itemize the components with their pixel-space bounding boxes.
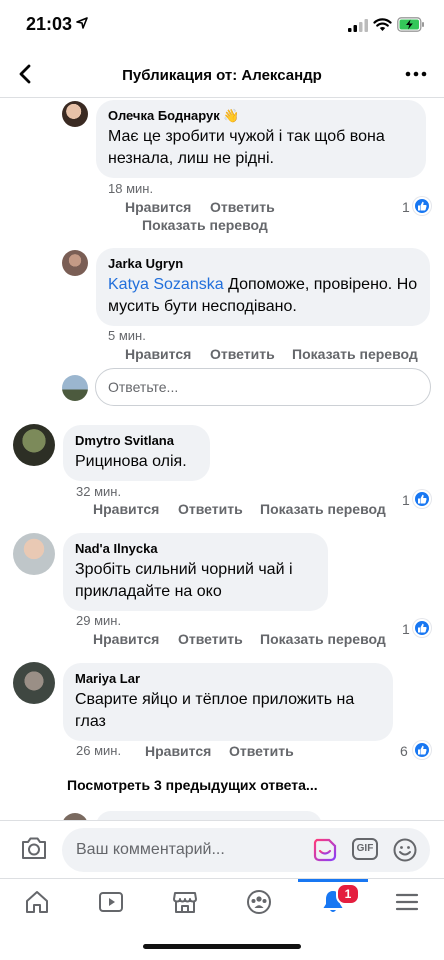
home-icon (26, 891, 48, 913)
reaction-count[interactable]: 6 (400, 743, 408, 759)
camera-icon[interactable] (20, 835, 48, 861)
avatar[interactable] (13, 424, 55, 466)
avatar[interactable] (62, 813, 88, 820)
video-icon (99, 892, 123, 912)
wifi-icon (373, 18, 392, 31)
translate-button[interactable]: Показать перевод (260, 501, 386, 517)
reply-button[interactable]: Ответить (210, 199, 275, 215)
gif-label: GIF (356, 843, 374, 854)
comment-bubble (96, 811, 322, 820)
nav-bar: Публикация от: Александр (0, 52, 444, 98)
comment-bubble: Олечка Боднарук 👋 Має це зробити чужой і… (96, 100, 426, 178)
comment-bubble: Dmytro Svitlana Рицинова олія. (63, 425, 210, 481)
groups-icon (247, 890, 271, 914)
comment-bubble: Nad'a Ilnycka Зробіть сильний чорний чай… (63, 533, 328, 611)
comment-text: Katya Sozanska Допоможе, провірено. Но м… (108, 274, 418, 318)
more-options-icon[interactable] (404, 64, 428, 84)
mention-link[interactable]: Katya Sozanska (108, 276, 224, 293)
active-tab-indicator (298, 879, 368, 882)
like-reaction-icon[interactable] (413, 197, 431, 215)
gif-button[interactable]: GIF (352, 838, 378, 860)
translate-button[interactable]: Показать перевод (260, 631, 386, 647)
like-button[interactable]: Нравится (145, 743, 211, 759)
reply-button[interactable]: Ответить (178, 501, 243, 517)
reply-button[interactable]: Ответить (229, 743, 294, 759)
status-bar: 21:03 (0, 0, 444, 52)
like-reaction-icon[interactable] (413, 490, 431, 508)
comment-text: Рицинова олія. (75, 453, 187, 470)
comment-timestamp[interactable]: 29 мин. (76, 613, 121, 628)
comment-timestamp[interactable]: 32 мин. (76, 484, 121, 499)
comments-thread: Олечка Боднарук 👋 Має це зробити чужой і… (0, 98, 444, 820)
comment-composer: Ваш комментарий... GIF (0, 820, 444, 878)
sticker-icon[interactable] (312, 837, 338, 863)
avatar[interactable] (13, 662, 55, 704)
comment-timestamp[interactable]: 26 мин. (76, 743, 121, 758)
translate-button[interactable]: Показать перевод (142, 217, 268, 233)
tab-marketplace[interactable] (167, 887, 203, 917)
reply-placeholder: Ответьте... (108, 379, 179, 395)
like-button[interactable]: Нравится (125, 199, 191, 215)
comment-author[interactable]: Nad'a Ilnycka (75, 541, 316, 557)
current-user-avatar (62, 375, 88, 401)
tab-video[interactable] (93, 887, 129, 917)
like-button[interactable]: Нравится (125, 346, 191, 362)
comment-placeholder: Ваш комментарий... (76, 841, 225, 858)
reaction-count[interactable]: 1 (402, 492, 410, 508)
like-button[interactable]: Нравится (93, 501, 159, 517)
page-title: Публикация от: Александр (122, 67, 322, 84)
menu-icon (395, 893, 419, 911)
reply-button[interactable]: Ответить (178, 631, 243, 647)
notification-badge: 1 (336, 883, 360, 905)
tab-groups[interactable] (241, 887, 277, 917)
home-indicator (143, 944, 301, 949)
reaction-count[interactable]: 1 (402, 199, 410, 215)
comment-bubble: Mariya Lar Сварите яйцо и тёплое приложи… (63, 663, 393, 741)
reply-input[interactable]: Ответьте... (95, 368, 431, 406)
cellular-signal-icon (348, 19, 368, 32)
location-arrow-icon (76, 17, 88, 29)
comment-author[interactable]: Олечка Боднарук 👋 (108, 108, 414, 124)
view-previous-replies-link[interactable]: Посмотреть 3 предыдущих ответа... (67, 777, 318, 793)
comment-input[interactable]: Ваш комментарий... GIF (62, 828, 430, 872)
translate-button[interactable]: Показать перевод (292, 346, 418, 362)
avatar[interactable] (62, 101, 88, 127)
avatar[interactable] (13, 533, 55, 575)
tab-menu[interactable] (389, 887, 425, 917)
like-reaction-icon[interactable] (413, 741, 431, 759)
comment-bubble: Jarka Ugryn Katya Sozanska Допоможе, про… (96, 248, 430, 326)
comment-text: Зробіть сильний чорний чай і прикладайте… (75, 561, 293, 600)
comment-text: Має це зробити чужой і так щоб вона незн… (108, 128, 385, 167)
comment-timestamp[interactable]: 18 мин. (108, 181, 153, 196)
comment-author[interactable]: Dmytro Svitlana (75, 433, 198, 449)
reaction-count[interactable]: 1 (402, 621, 410, 637)
reply-button[interactable]: Ответить (210, 346, 275, 362)
comment-timestamp[interactable]: 5 мин. (108, 328, 146, 343)
tab-home[interactable] (19, 887, 55, 917)
avatar[interactable] (62, 250, 88, 276)
comment-text: Сварите яйцо и тёплое приложить на глаз (75, 691, 355, 730)
status-time: 21:03 (26, 14, 73, 34)
marketplace-icon (173, 892, 197, 913)
comment-author[interactable]: Mariya Lar (75, 671, 381, 687)
comment-author[interactable]: Jarka Ugryn (108, 256, 418, 272)
emoji-icon[interactable] (392, 837, 418, 863)
battery-charging-icon (397, 17, 424, 32)
like-button[interactable]: Нравится (93, 631, 159, 647)
like-reaction-icon[interactable] (413, 619, 431, 637)
